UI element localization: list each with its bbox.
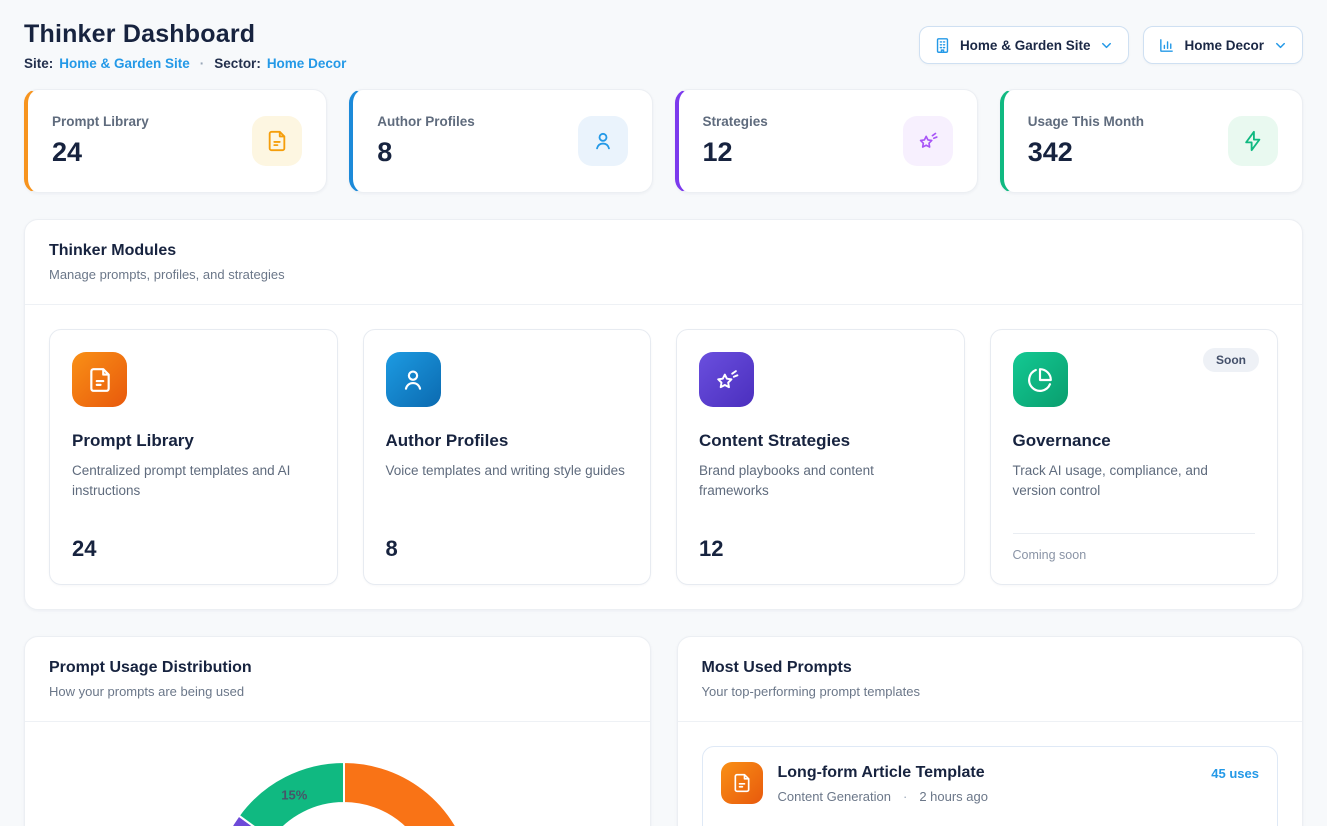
module-card-content-strategies[interactable]: Content Strategies Brand playbooks and c… (676, 329, 965, 585)
stat-value: 8 (377, 137, 475, 168)
module-card-prompt-library[interactable]: Prompt Library Centralized prompt templa… (49, 329, 338, 585)
lightning-icon (1228, 116, 1278, 166)
site-selector-dropdown[interactable]: Home & Garden Site (919, 26, 1130, 64)
module-title: Content Strategies (699, 431, 942, 451)
chevron-down-icon (1273, 38, 1288, 53)
document-icon (252, 116, 302, 166)
module-count: 12 (699, 536, 942, 562)
stat-value: 12 (703, 137, 768, 168)
breadcrumb: Site: Home & Garden Site · Sector: Home … (24, 56, 346, 71)
most-used-prompts-panel: Most Used Prompts Your top-performing pr… (677, 636, 1304, 826)
stats-row: Prompt Library 24 Author Profiles 8 Stra… (24, 89, 1303, 193)
soon-badge: Soon (1203, 348, 1259, 372)
stat-card-prompt-library: Prompt Library 24 (24, 89, 327, 193)
sector-selector-dropdown[interactable]: Home Decor (1143, 26, 1303, 64)
site-label: Site: (24, 56, 53, 71)
prompt-usage-panel: Prompt Usage Distribution How your promp… (24, 636, 651, 826)
prompt-item-meta: Content Generation · 2 hours ago (778, 789, 988, 804)
stat-card-usage: Usage This Month 342 (1000, 89, 1303, 193)
stat-label: Author Profiles (377, 114, 475, 129)
module-title: Author Profiles (386, 431, 629, 451)
module-description: Centralized prompt templates and AI inst… (72, 461, 315, 502)
user-icon (578, 116, 628, 166)
modules-header: Thinker Modules Manage prompts, profiles… (25, 220, 1302, 305)
module-description: Track AI usage, compliance, and version … (1013, 461, 1256, 502)
site-link[interactable]: Home & Garden Site (59, 56, 190, 71)
modules-title: Thinker Modules (49, 242, 1278, 260)
user-icon (386, 352, 441, 407)
svg-text:15%: 15% (281, 787, 307, 802)
prompt-list: Long-form Article Template Content Gener… (678, 722, 1303, 826)
sector-link[interactable]: Home Decor (267, 56, 347, 71)
stat-card-strategies: Strategies 12 (675, 89, 978, 193)
stat-label: Prompt Library (52, 114, 149, 129)
header-actions: Home & Garden Site Home Decor (919, 26, 1303, 64)
most-used-header: Most Used Prompts Your top-performing pr… (678, 637, 1303, 722)
module-count: 8 (386, 536, 629, 562)
dashboard-page: Thinker Dashboard Site: Home & Garden Si… (0, 0, 1327, 826)
star-sparkle-icon (903, 116, 953, 166)
module-count: 24 (72, 536, 315, 562)
page-header: Thinker Dashboard Site: Home & Garden Si… (24, 20, 1303, 71)
modules-subtitle: Manage prompts, profiles, and strategies (49, 267, 1278, 282)
usage-donut-chart[interactable]: 15% (25, 722, 651, 826)
usage-chart-subtitle: How your prompts are being used (49, 684, 626, 699)
usage-chart-area: 15% (25, 722, 650, 826)
module-description: Brand playbooks and content frameworks (699, 461, 942, 502)
pie-chart-icon (1013, 352, 1068, 407)
page-title: Thinker Dashboard (24, 20, 346, 49)
modules-grid: Prompt Library Centralized prompt templa… (25, 305, 1302, 609)
prompt-time: 2 hours ago (919, 789, 988, 804)
site-selector-label: Home & Garden Site (960, 38, 1091, 53)
bottom-row: Prompt Usage Distribution How your promp… (24, 636, 1303, 826)
module-card-author-profiles[interactable]: Author Profiles Voice templates and writ… (363, 329, 652, 585)
bar-chart-icon (1158, 37, 1175, 54)
breadcrumb-separator: · (200, 56, 205, 71)
most-used-subtitle: Your top-performing prompt templates (702, 684, 1279, 699)
most-used-title: Most Used Prompts (702, 659, 1279, 677)
document-icon (721, 762, 763, 804)
header-left: Thinker Dashboard Site: Home & Garden Si… (24, 20, 346, 71)
module-title: Prompt Library (72, 431, 315, 451)
sector-label: Sector: (214, 56, 261, 71)
stat-value: 24 (52, 137, 149, 168)
module-card-governance[interactable]: Soon Governance Track AI usage, complian… (990, 329, 1279, 585)
meta-separator: · (903, 789, 907, 804)
usage-chart-header: Prompt Usage Distribution How your promp… (25, 637, 650, 722)
building-icon (934, 37, 951, 54)
module-title: Governance (1013, 431, 1256, 451)
coming-soon-text: Coming soon (1013, 533, 1256, 562)
sector-selector-label: Home Decor (1184, 38, 1264, 53)
star-sparkle-icon (699, 352, 754, 407)
prompt-list-item[interactable]: Long-form Article Template Content Gener… (702, 746, 1279, 826)
usage-chart-title: Prompt Usage Distribution (49, 659, 626, 677)
prompt-uses-count: 45 uses (1211, 766, 1259, 781)
stat-label: Usage This Month (1028, 114, 1144, 129)
document-icon (72, 352, 127, 407)
stat-card-author-profiles: Author Profiles 8 (349, 89, 652, 193)
stat-value: 342 (1028, 137, 1144, 168)
stat-label: Strategies (703, 114, 768, 129)
chevron-down-icon (1099, 38, 1114, 53)
prompt-category: Content Generation (778, 789, 891, 804)
module-description: Voice templates and writing style guides (386, 461, 629, 481)
prompt-item-title: Long-form Article Template (778, 764, 988, 782)
thinker-modules-panel: Thinker Modules Manage prompts, profiles… (24, 219, 1303, 610)
